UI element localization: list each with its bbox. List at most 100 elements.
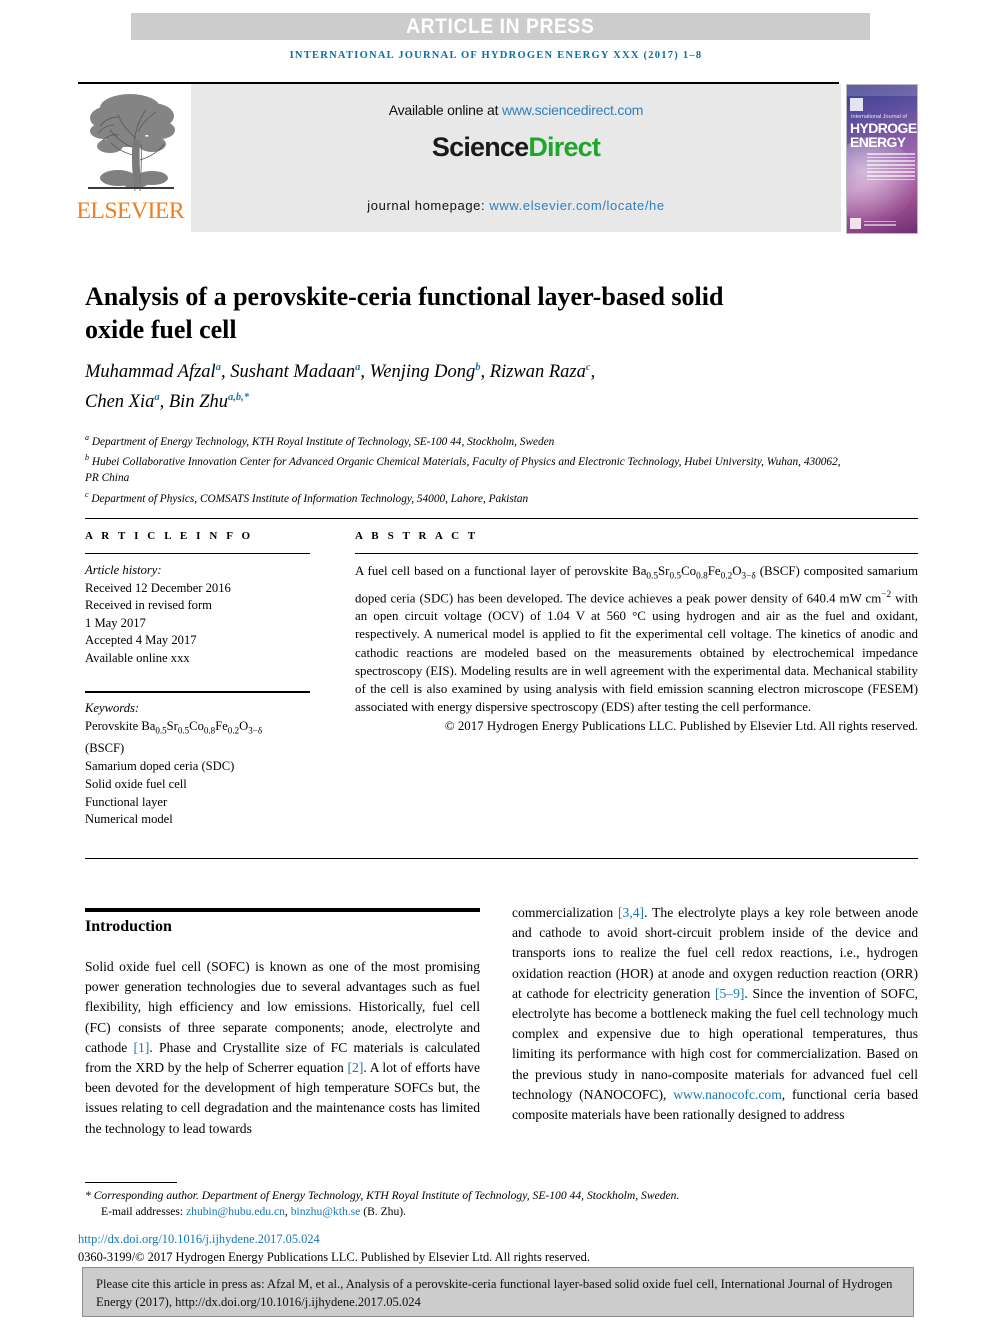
cover-topbar-decoration xyxy=(847,85,917,96)
affiliation-marker: a xyxy=(85,433,89,442)
cover-title-energy: ENERGY xyxy=(850,134,906,150)
affiliation-item: a Department of Energy Technology, KTH R… xyxy=(85,430,845,450)
author-affiliation-marker: a xyxy=(355,362,361,373)
author-name: Chen Xia xyxy=(85,392,155,413)
cite-this-article-text: Please cite this article in press as: Af… xyxy=(96,1277,893,1309)
page-title: Analysis of a perovskite-ceria functiona… xyxy=(85,282,724,345)
email-addresses-line: E-mail addresses: zhubin@hubu.edu.cn, bi… xyxy=(101,1205,407,1219)
journal-homepage-label: journal homepage: xyxy=(367,198,490,213)
abstract-rule xyxy=(355,553,918,554)
keyword-item: Functional layer xyxy=(85,794,168,809)
intro-right-text-3: . Since the invention of SOFC, electroly… xyxy=(512,985,918,1102)
corresponding-author-marker: a,b,* xyxy=(227,392,249,404)
abstract-text-part-3: with an open circuit voltage (OCV) of 1.… xyxy=(355,591,918,715)
footnote-rule xyxy=(85,1182,177,1183)
affiliation-list: a Department of Energy Technology, KTH R… xyxy=(85,430,845,507)
introduction-right-column: commercialization [3,4]. The electrolyte… xyxy=(512,903,918,1125)
article-info-heading: A R T I C L E I N F O xyxy=(85,530,254,542)
cover-contents-lines xyxy=(867,153,915,183)
journal-homepage-link[interactable]: www.elsevier.com/locate/he xyxy=(489,198,664,213)
email-link-2[interactable]: binzhu@kth.se xyxy=(291,1205,361,1218)
citation-ref-1[interactable]: [1] xyxy=(134,1040,150,1055)
article-info-rule xyxy=(85,553,310,554)
citation-ref-3-4[interactable]: [3,4] xyxy=(618,905,644,920)
cover-title-hydrogen: HYDROGEN xyxy=(850,120,917,136)
elsevier-wordmark: ELSEVIER xyxy=(76,198,185,223)
intro-right-text-1: commercialization xyxy=(512,905,619,920)
journal-cover-thumbnail: International Journal of HYDROGEN ENERGY xyxy=(846,84,918,234)
abstract-text-part-1: A fuel cell based on a functional layer … xyxy=(355,564,647,578)
nanocofc-link[interactable]: www.nanocofc.com xyxy=(673,1087,782,1102)
email-link-1[interactable]: zhubin@hubu.edu.cn xyxy=(186,1205,285,1218)
journal-running-head: INTERNATIONAL JOURNAL OF HYDROGEN ENERGY… xyxy=(289,50,703,61)
author-affiliation-marker: c xyxy=(585,362,591,373)
article-history-item: Received in revised form xyxy=(85,598,212,613)
keyword-item: Perovskite Ba0.5Sr0.5Co0.8Fe0.2O3−δ (BSCF… xyxy=(85,718,263,756)
author-name: Wenjing Dong xyxy=(369,362,476,383)
author-name: Sushant Madaan xyxy=(230,362,356,383)
article-history-item: 1 May 2017 xyxy=(85,615,146,630)
email-addresses-label: E-mail addresses: xyxy=(101,1205,186,1219)
email-attribution: (B. Zhu). xyxy=(360,1205,407,1219)
cover-publisher-icon xyxy=(850,218,861,229)
keywords-block: Keywords: Perovskite Ba0.5Sr0.5Co0.8Fe0.… xyxy=(85,700,315,829)
article-in-press-label: ARTICLE IN PRESS xyxy=(406,14,595,38)
masthead: ELSEVIER Available online at www.science… xyxy=(76,84,919,234)
info-band-top-rule xyxy=(85,518,918,519)
abstract-copyright: © 2017 Hydrogen Energy Publications LLC.… xyxy=(444,718,918,733)
keywords-label: Keywords: xyxy=(85,701,140,715)
available-online-prefix: Available online at xyxy=(388,102,502,118)
keyword-item: Solid oxide fuel cell xyxy=(85,776,187,791)
article-history-label: Article history: xyxy=(85,563,162,577)
author-list: Muhammad Afzala, Sushant Madaana, Wenjin… xyxy=(85,362,596,413)
affiliation-text: Department of Energy Technology, KTH Roy… xyxy=(91,435,555,448)
author-affiliation-marker: a xyxy=(154,392,160,404)
keyword-item: Numerical model xyxy=(85,812,173,827)
introduction-paragraph: Solid oxide fuel cell (SOFC) is known as… xyxy=(85,957,480,1139)
article-history-item: Available online xxx xyxy=(85,650,190,665)
elsevier-logo: ELSEVIER xyxy=(76,86,185,232)
introduction-heading: Introduction xyxy=(85,918,172,935)
article-history-item: Received 12 December 2016 xyxy=(85,580,231,595)
author-affiliation-marker: a xyxy=(215,362,221,373)
cite-this-article-box: Please cite this article in press as: Af… xyxy=(82,1267,914,1317)
affiliation-text: Hubei Collaborative Innovation Center fo… xyxy=(85,455,841,485)
introduction-paragraph: commercialization [3,4]. The electrolyte… xyxy=(512,903,918,1125)
sciencedirect-logo-science: Science xyxy=(431,132,529,162)
sciencedirect-link[interactable]: www.sciencedirect.com xyxy=(502,102,643,118)
abstract-heading: A B S T R A C T xyxy=(355,530,479,542)
keywords-separator-rule xyxy=(85,691,310,693)
footnote-block: * Corresponding author. Department of En… xyxy=(85,1188,920,1220)
affiliation-text: Department of Physics, COMSATS Institute… xyxy=(91,492,529,505)
sciencedirect-logo-direct: Direct xyxy=(528,132,601,162)
author-name: Bin Zhu xyxy=(168,392,228,413)
author-name: Rizwan Raza xyxy=(489,362,586,383)
abstract-paragraph: A fuel cell based on a functional layer … xyxy=(355,564,918,715)
sciencedirect-panel: Available online at www.sciencedirect.co… xyxy=(191,84,841,232)
article-history-block: Article history: Received 12 December 20… xyxy=(85,562,310,668)
doi-link[interactable]: http://dx.doi.org/10.1016/j.ijhydene.201… xyxy=(78,1232,320,1247)
author-name: Muhammad Afzal xyxy=(85,362,216,383)
cover-badge-icon xyxy=(850,98,863,111)
journal-homepage-line: journal homepage: www.elsevier.com/locat… xyxy=(367,198,664,213)
abstract-body: A fuel cell based on a functional layer … xyxy=(355,562,918,735)
introduction-left-column: Solid oxide fuel cell (SOFC) is known as… xyxy=(85,957,480,1139)
affiliation-item: b Hubei Collaborative Innovation Center … xyxy=(85,450,845,487)
affiliation-item: c Department of Physics, COMSATS Institu… xyxy=(85,487,845,507)
available-online-line: Available online at www.sciencedirect.co… xyxy=(389,102,644,118)
corresponding-author-note: * Corresponding author. Department of En… xyxy=(85,1189,680,1202)
cover-footer-lines xyxy=(864,220,896,228)
citation-ref-5-9[interactable]: [5–9] xyxy=(715,986,744,1001)
citation-ref-2[interactable]: [2] xyxy=(348,1060,364,1075)
keyword-item: Samarium doped ceria (SDC) xyxy=(85,758,235,773)
introduction-rule xyxy=(85,908,480,912)
elsevier-tree-icon xyxy=(80,86,180,198)
article-in-press-banner: ARTICLE IN PRESS xyxy=(131,13,870,40)
author-affiliation-marker: b xyxy=(475,362,481,373)
info-band-bottom-rule xyxy=(85,858,918,859)
sciencedirect-logo: ScienceDirect xyxy=(431,132,601,163)
affiliation-marker: b xyxy=(85,453,89,463)
affiliation-marker: c xyxy=(85,489,89,499)
article-history-item: Accepted 4 May 2017 xyxy=(85,633,197,648)
issn-copyright-line: 0360-3199/© 2017 Hydrogen Energy Publica… xyxy=(78,1250,590,1264)
